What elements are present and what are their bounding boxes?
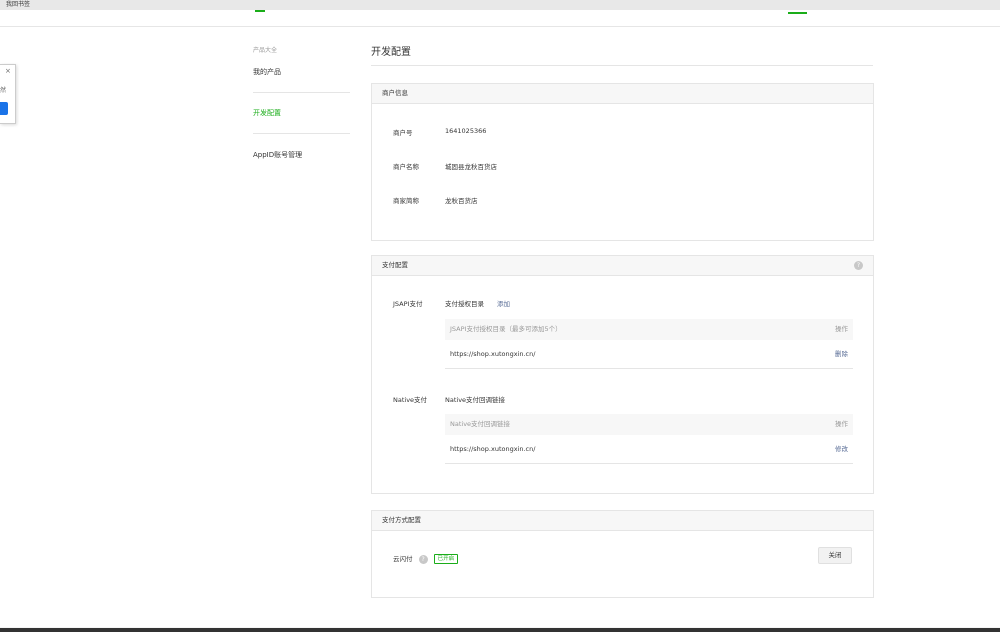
table-row: https://shop.xutongxin.cn/ 修改 <box>445 435 853 464</box>
main-content: 开发配置 商户信息 商户号 1641025366 商户名称 城固县龙秋百货店 商… <box>350 27 1000 627</box>
table-header-title: Native支付回调链接 <box>450 420 511 428</box>
row-url: https://shop.xutongxin.cn/ <box>450 445 536 453</box>
jsapi-table: JSAPI支付授权目录（最多可添加5个） 操作 https://shop.xut… <box>445 319 853 369</box>
merchant-id-value: 1641025366 <box>445 127 487 135</box>
card-header-title: 支付配置 <box>382 261 408 269</box>
bottom-bar <box>0 628 1000 632</box>
status-badge: 已开启 <box>433 554 459 564</box>
sidebar-divider <box>253 92 350 93</box>
method-label: 云闪付 <box>393 555 413 563</box>
merchant-name-label: 商户名称 <box>393 163 419 171</box>
bookmark-bar: 我回书签 <box>0 0 1000 10</box>
card-header: 支付方式配置 <box>372 511 873 531</box>
popup-button[interactable] <box>0 102 8 115</box>
op-header: 操作 <box>835 325 848 333</box>
add-link[interactable]: 添加 <box>497 298 510 308</box>
merchant-short-value: 龙秋百货店 <box>445 197 478 205</box>
jsapi-sub-label: 支付授权目录 <box>445 300 484 308</box>
native-sub-label: Native支付回调链接 <box>445 396 506 404</box>
sidebar-item-dev-config[interactable]: 开发配置 <box>253 108 281 118</box>
native-label: Native支付 <box>393 396 428 404</box>
sidebar-divider <box>253 133 350 134</box>
method-row: 云闪付 ? 已开启 <box>393 553 459 564</box>
help-icon[interactable]: ? <box>418 554 428 564</box>
card-header: 支付配置 ? <box>372 256 873 276</box>
merchant-id-label: 商户号 <box>393 129 413 137</box>
payment-config-card: 支付配置 ? JSAPI支付 支付授权目录 添加 JSAPI支付授权目录（最多可… <box>371 255 874 494</box>
merchant-info-card: 商户信息 商户号 1641025366 商户名称 城固县龙秋百货店 商家简称 龙… <box>371 83 874 241</box>
table-header: JSAPI支付授权目录（最多可添加5个） 操作 <box>445 319 853 340</box>
edit-link[interactable]: 修改 <box>835 435 848 463</box>
table-header-title: JSAPI支付授权目录（最多可添加5个） <box>450 325 562 333</box>
top-nav <box>0 10 1000 27</box>
row-url: https://shop.xutongxin.cn/ <box>450 350 536 358</box>
logo-mark <box>255 10 265 12</box>
close-method-button[interactable]: 关闭 <box>818 547 852 564</box>
op-header: 操作 <box>835 420 848 428</box>
page-title: 开发配置 <box>371 47 411 58</box>
merchant-name-value: 城固县龙秋百货店 <box>445 163 497 171</box>
jsapi-label: JSAPI支付 <box>393 300 423 308</box>
bookmark-item[interactable]: 我回书签 <box>0 1 30 8</box>
card-header: 商户信息 <box>372 84 873 104</box>
delete-link[interactable]: 删除 <box>835 340 848 368</box>
close-icon[interactable]: × <box>5 67 11 75</box>
merchant-short-label: 商家简称 <box>393 197 419 205</box>
sidebar: 产品大全 我的产品 开发配置 AppID账号管理 <box>250 27 350 627</box>
popup-text: 然 <box>0 87 7 94</box>
native-table: Native支付回调链接 操作 https://shop.xutongxin.c… <box>445 414 853 464</box>
sidebar-group-title: 产品大全 <box>253 47 278 54</box>
table-header: Native支付回调链接 操作 <box>445 414 853 435</box>
payment-methods-card: 支付方式配置 云闪付 ? 已开启 关闭 <box>371 510 874 598</box>
left-area <box>0 27 250 627</box>
sidebar-item-my-products[interactable]: 我的产品 <box>253 67 281 77</box>
title-divider <box>371 65 873 66</box>
sidebar-item-appid[interactable]: AppID账号管理 <box>253 150 302 160</box>
help-icon[interactable]: ? <box>854 261 863 270</box>
table-row: https://shop.xutongxin.cn/ 删除 <box>445 340 853 369</box>
side-popup: × 然 <box>0 64 16 124</box>
active-nav-indicator <box>788 12 807 14</box>
